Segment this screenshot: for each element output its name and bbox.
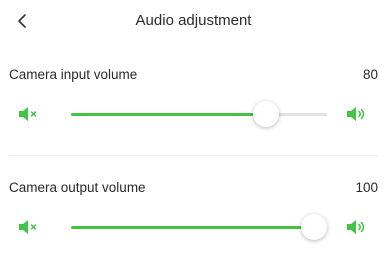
header-bar: Audio adjustment [0, 0, 387, 44]
input-volume-fill [71, 113, 266, 116]
page-title: Audio adjustment [135, 12, 252, 29]
input-volume-max-button[interactable] [346, 105, 368, 123]
input-volume-section: Camera input volume 80 [0, 67, 387, 147]
speaker-volume-icon [347, 220, 365, 234]
input-volume-value: 80 [362, 67, 378, 82]
speaker-mute-icon [19, 220, 37, 234]
speaker-volume-icon [347, 107, 365, 121]
input-volume-slider[interactable] [71, 101, 327, 127]
input-volume-thumb[interactable] [252, 101, 279, 127]
input-mute-button[interactable] [18, 105, 40, 123]
output-mute-button[interactable] [18, 218, 40, 236]
output-volume-max-button[interactable] [346, 218, 368, 236]
section-divider [9, 155, 378, 156]
output-volume-section: Camera output volume 100 [0, 180, 387, 260]
speaker-mute-icon [19, 107, 37, 121]
output-volume-value: 100 [355, 180, 378, 195]
input-volume-label: Camera input volume [9, 67, 138, 82]
output-volume-thumb[interactable] [301, 214, 328, 240]
output-volume-slider[interactable] [71, 214, 328, 240]
output-volume-fill [71, 226, 315, 229]
output-volume-label: Camera output volume [9, 180, 146, 195]
